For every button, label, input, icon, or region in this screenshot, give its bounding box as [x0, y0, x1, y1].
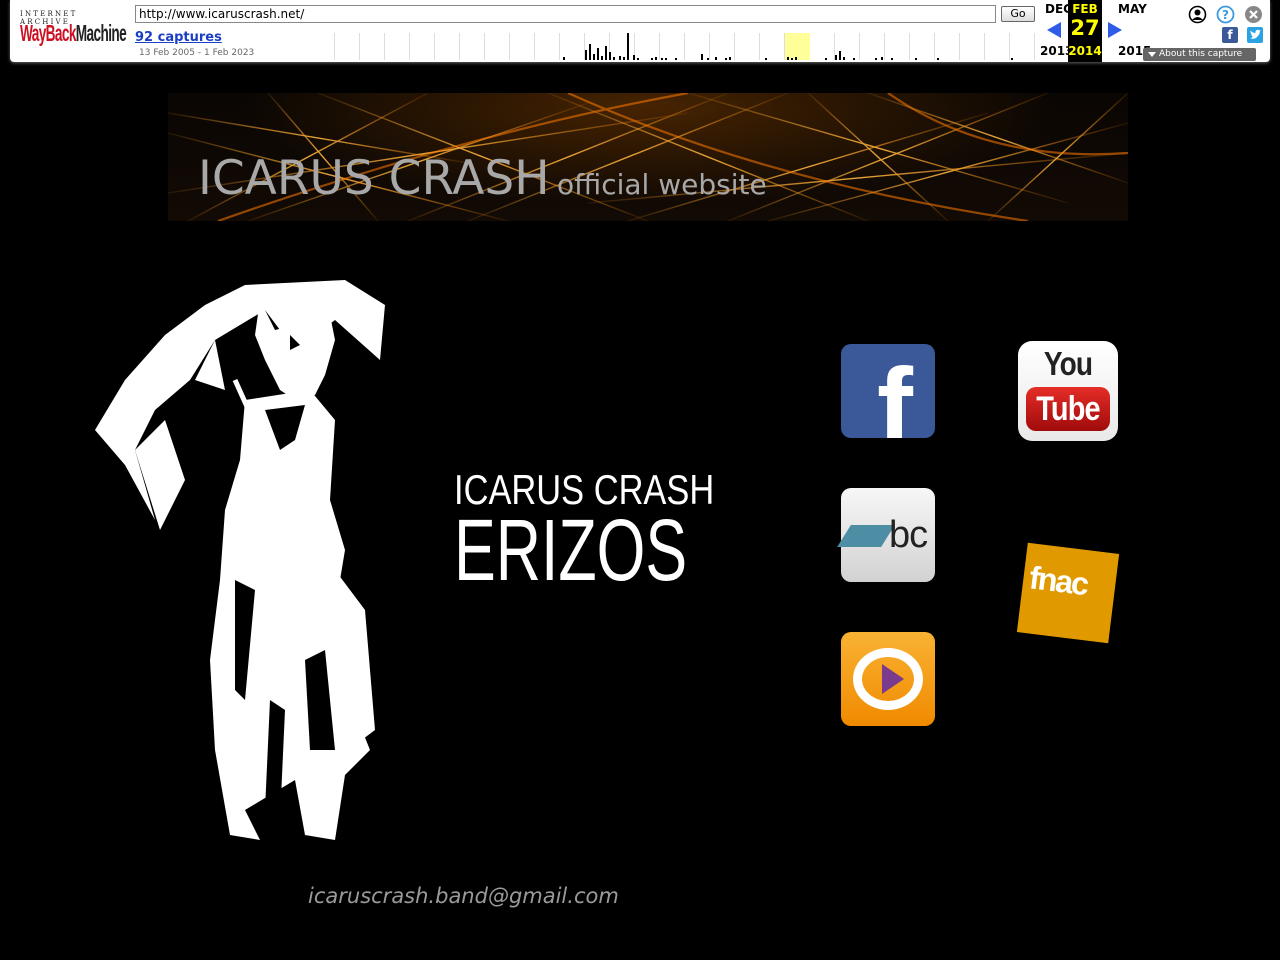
banner-subtitle: official website [557, 168, 767, 201]
bandcamp-link[interactable]: bc [837, 488, 935, 582]
facebook-icon: f [877, 345, 913, 439]
about-capture-dropdown[interactable]: About this capture [1143, 48, 1256, 61]
capture-frequency-bar [839, 51, 841, 60]
twitter-share-icon[interactable] [1247, 27, 1263, 43]
play-icon [882, 664, 904, 694]
current-capture-date: FEB 27 2014 [1068, 0, 1102, 62]
capture-frequency-bar [875, 58, 877, 60]
capture-frequency-bar [661, 58, 663, 60]
capture-frequency-bar [787, 57, 789, 60]
capture-frequency-bar [675, 58, 677, 60]
next-month-label[interactable]: MAY [1118, 2, 1147, 16]
album-title: ERIZOS [454, 502, 688, 599]
user-icon[interactable] [1188, 5, 1207, 24]
current-month-label: FEB [1072, 2, 1098, 16]
capture-frequency-bar [795, 57, 797, 60]
capture-frequency-bar [791, 58, 793, 60]
capture-frequency-bar [623, 57, 625, 60]
capture-frequency-bar [765, 58, 767, 60]
capture-frequency-bar [937, 58, 939, 60]
capture-frequency-bar [701, 54, 703, 60]
go-button[interactable]: Go [1001, 6, 1035, 22]
capture-frequency-bar [835, 55, 837, 60]
prev-capture-arrow-icon[interactable] [1047, 22, 1061, 38]
site-banner: ICARUS CRASH official website [168, 93, 1128, 221]
capture-frequency-bar [843, 57, 845, 60]
help-icon[interactable]: ? [1216, 5, 1235, 24]
captures-link[interactable]: 92 captures [135, 30, 222, 45]
capture-frequency-bar [715, 57, 717, 60]
url-input[interactable]: http://www.icaruscrash.net/ [135, 5, 996, 23]
next-capture-arrow-icon[interactable] [1108, 22, 1122, 38]
wayback-logo[interactable]: INTERNET ARCHIVE WayBackMachine [18, 8, 127, 52]
capture-date-range: 13 Feb 2005 - 1 Feb 2023 [139, 48, 255, 58]
capture-frequency-bar [589, 44, 591, 60]
facebook-share-icon[interactable]: f [1222, 27, 1238, 43]
current-year-label: 2014 [1068, 44, 1102, 58]
capture-frequency-bar [665, 58, 667, 60]
capture-frequency-bar [915, 58, 917, 60]
capture-frequency-bar [707, 58, 709, 60]
fox-umbrella-illustration [95, 280, 385, 840]
capture-frequency-bar [637, 58, 639, 60]
capture-frequency-bar [585, 50, 587, 60]
capture-frequency-bar [881, 57, 883, 60]
youtube-link[interactable]: You Tube [1018, 341, 1118, 441]
sparkline-current-year [785, 33, 810, 60]
capture-sparkline[interactable] [334, 33, 1035, 60]
logo-wayback-text: WayBackMachine [20, 20, 127, 47]
youtube-icon-you: You [1043, 345, 1093, 382]
capture-frequency-bar [655, 57, 657, 60]
capture-frequency-bar [613, 57, 615, 60]
capture-frequency-bar [609, 52, 611, 60]
capture-frequency-bar [593, 54, 595, 60]
capture-frequency-bar [651, 58, 653, 60]
capture-frequency-bar [633, 55, 635, 60]
current-day-label: 27 [1070, 16, 1100, 40]
facebook-link[interactable]: f [841, 344, 935, 438]
capture-frequency-bar [563, 57, 565, 60]
banner-title: ICARUS CRASH [198, 151, 550, 206]
contact-email-link[interactable]: icaruscrash.band@gmail.com [308, 884, 619, 908]
capture-frequency-bar [725, 58, 727, 60]
bandcamp-icon-text: bc [889, 514, 928, 556]
capture-frequency-bar [825, 58, 827, 60]
capture-frequency-bar [619, 56, 621, 60]
svg-text:?: ? [1222, 8, 1229, 22]
capture-frequency-bar [1011, 58, 1013, 60]
fnac-link[interactable]: fnac [1016, 542, 1120, 644]
youtube-icon: Tube [1026, 387, 1110, 431]
bandcamp-icon [837, 525, 895, 547]
fnac-icon: fnac [1027, 559, 1090, 603]
capture-frequency-bar [891, 58, 893, 60]
music-player-link[interactable] [841, 632, 935, 726]
capture-frequency-bar [627, 33, 629, 60]
close-icon[interactable] [1244, 5, 1263, 24]
capture-frequency-bar [729, 57, 731, 60]
album-title-block: ICARUS CRASH ERIZOS [454, 466, 778, 599]
capture-frequency-bar [853, 58, 855, 60]
capture-frequency-bar [601, 56, 603, 60]
capture-frequency-bar [605, 46, 607, 60]
capture-frequency-bar [597, 48, 599, 60]
